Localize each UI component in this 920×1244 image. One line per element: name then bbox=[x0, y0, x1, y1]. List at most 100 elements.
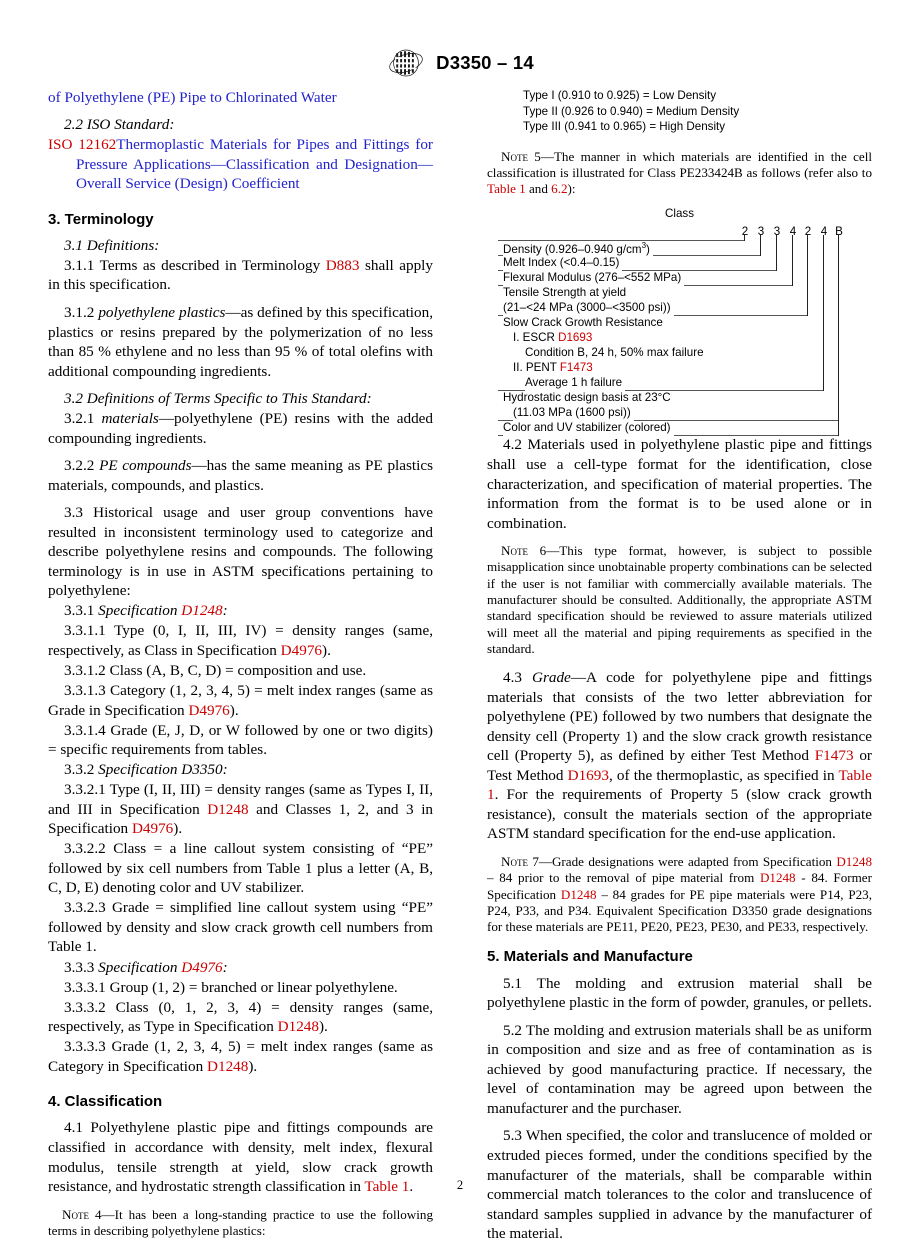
clause-4-3-number: 4.3 bbox=[503, 669, 532, 687]
diagram-row-tensile-strength-value: (21–<24 MPa (3000–<3500 psi)) bbox=[503, 301, 674, 317]
right-column: Type I (0.910 to 0.925) = Low Density Ty… bbox=[487, 88, 872, 1244]
clause-5-2: 5.2 The molding and extrusion materials … bbox=[487, 1021, 872, 1117]
cell-digit-1: 2 bbox=[741, 225, 749, 239]
ref-d4976-a[interactable]: D4976 bbox=[281, 642, 322, 659]
ref-f1473-b[interactable]: F1473 bbox=[815, 747, 854, 764]
note-6: Note 6—This type format, however, is sub… bbox=[487, 543, 872, 657]
left-column: of Polyethylene (PE) Pipe to Chlorinated… bbox=[48, 88, 433, 1239]
clause-3-2-1-term: materials bbox=[101, 410, 159, 428]
diagram-row-color-uv: Color and UV stabilizer (colored) bbox=[503, 421, 674, 437]
note-7: Note 7—Grade designations were adapted f… bbox=[487, 854, 872, 935]
drop-line-2 bbox=[760, 235, 761, 257]
iso-reference-title: Thermoplastic Materials for Pipes and Fi… bbox=[76, 136, 433, 193]
ref-d1248-e[interactable]: D1248 bbox=[836, 854, 872, 869]
ref-d1248-b[interactable]: D1248 bbox=[207, 801, 248, 818]
note-6-label: Note 6 bbox=[501, 543, 547, 559]
astm-logo-icon bbox=[386, 48, 426, 78]
ref-d1248-f[interactable]: D1248 bbox=[760, 870, 796, 885]
diagram-row-pent: II. PENT F1473 bbox=[513, 361, 596, 377]
clause-3-3: 3.3 Historical usage and user group conv… bbox=[48, 504, 433, 600]
clause-3-3-2-number: 3.3.2 bbox=[64, 761, 99, 779]
ref-d1248-a[interactable]: D1248 bbox=[181, 602, 222, 619]
iso-standard-heading: 2.2 ISO Standard: bbox=[64, 115, 175, 133]
note-5-text-b: and bbox=[525, 181, 552, 197]
ref-6-2[interactable]: 6.2 bbox=[551, 181, 567, 196]
note-5-text-c: ): bbox=[567, 181, 576, 197]
clause-5-1: 5.1 The molding and extrusion material s… bbox=[487, 974, 872, 1012]
iso-reference-id[interactable]: ISO 12162 bbox=[48, 136, 116, 153]
clause-3-1-1: 3.1.1 Terms as described in Terminology … bbox=[48, 256, 433, 295]
note-6-body: —This type format, however, is subject t… bbox=[487, 543, 872, 656]
drop-line-4 bbox=[792, 235, 793, 287]
ref-d1693-a[interactable]: D1693 bbox=[558, 331, 592, 344]
ref-d1248-c[interactable]: D1248 bbox=[278, 1018, 319, 1035]
page-header: D3350 – 14 bbox=[0, 48, 920, 83]
clause-3-3-3-2-text-a: 3.3.3.2 Class (0, 1, 2, 3, 4) = density … bbox=[48, 998, 433, 1036]
clause-3-2-2: 3.2.2 PE compounds—has the same meaning … bbox=[48, 456, 433, 495]
clause-3-1-2-term: polyethylene plastics bbox=[98, 304, 226, 322]
section-3-heading: 3. Terminology bbox=[48, 210, 154, 228]
document-designation: D3350 – 14 bbox=[436, 52, 534, 73]
diagram-row-melt-index: Melt Index (<0.4–0.15) bbox=[503, 256, 623, 272]
clause-4-2: 4.2 Materials used in polyethylene plast… bbox=[487, 436, 872, 532]
clause-3-3-3-2: 3.3.3.2 Class (0, 1, 2, 3, 4) = density … bbox=[48, 998, 433, 1037]
clause-3-3-2-2: 3.3.2.2 Class = a line callout system co… bbox=[48, 840, 433, 897]
cell-digit-5: 2 bbox=[804, 225, 812, 239]
clause-3-1-2: 3.1.2 polyethylene plastics—as defined b… bbox=[48, 303, 433, 381]
cell-classification-diagram: Class 2 3 3 4 2 4 B Density (0.926–0.940… bbox=[487, 207, 872, 437]
list-item: Type I (0.910 to 0.925) = Low Density bbox=[523, 89, 717, 102]
diagram-row-flexural-modulus: Flexural Modulus (276–<552 MPa) bbox=[503, 271, 685, 287]
clause-3-3-3-number: 3.3.3 bbox=[64, 958, 99, 976]
clause-3-3-1-3-text-a: 3.3.1.3 Category (1, 2, 3, 4, 5) = melt … bbox=[48, 682, 433, 719]
cell-digit-7: B bbox=[835, 225, 843, 239]
ref-d1693-b[interactable]: D1693 bbox=[568, 767, 609, 784]
ref-table-1-b[interactable]: Table 1 bbox=[487, 181, 526, 196]
clause-3-3-3-term: Specification bbox=[98, 958, 182, 976]
iso-reference: ISO 12162Thermoplastic Materials for Pip… bbox=[48, 135, 433, 194]
clause-3-3-1-3: 3.3.1.3 Category (1, 2, 3, 4, 5) = melt … bbox=[48, 681, 433, 720]
clause-3-3-3-3: 3.3.3.3 Grade (1, 2, 3, 4, 5) = melt ind… bbox=[48, 1037, 433, 1076]
diagram-row-slow-crack-growth: Slow Crack Growth Resistance bbox=[503, 316, 666, 332]
ref-d1248-g[interactable]: D1248 bbox=[561, 887, 597, 902]
drop-line-6 bbox=[823, 235, 824, 392]
clause-3-3-3: 3.3.3 Specification D4976: bbox=[48, 958, 433, 978]
note-4: Note 4—It has been a long-standing pract… bbox=[48, 1207, 433, 1240]
clause-3-2-1-number: 3.2.1 bbox=[64, 410, 102, 428]
clause-3-3-1: 3.3.1 Specification D1248: bbox=[48, 601, 433, 621]
clause-3-3-3-3-text-b: ). bbox=[248, 1057, 258, 1075]
ref-f1473-a[interactable]: F1473 bbox=[560, 361, 593, 374]
note-7-text-b: – 84 prior to the removal of pipe materi… bbox=[487, 870, 760, 886]
clause-3-1-2-number: 3.1.2 bbox=[64, 304, 99, 322]
note-7-text-a: —Grade designations were adapted from Sp… bbox=[538, 854, 837, 869]
note-5: Note 5—The manner in which materials are… bbox=[487, 149, 872, 198]
document-page: D3350 – 14 of Polyethylene (PE) Pipe to … bbox=[0, 0, 920, 1242]
drop-line-1 bbox=[744, 235, 745, 242]
diagram-row-escr-condition: Condition B, 24 h, 50% max failure bbox=[525, 346, 707, 362]
clause-3-3-1-term: Specification bbox=[98, 602, 182, 620]
page-number: 2 bbox=[456, 1178, 464, 1192]
ref-d1248-d[interactable]: D1248 bbox=[207, 1058, 248, 1075]
drop-line-3 bbox=[776, 235, 777, 272]
ref-d883[interactable]: D883 bbox=[326, 257, 360, 274]
clause-3-2: 3.2 Definitions of Terms Specific to Thi… bbox=[64, 390, 372, 408]
ref-d4976-c[interactable]: D4976 bbox=[132, 820, 173, 837]
density-type-list: Type I (0.910 to 0.925) = Low Density Ty… bbox=[487, 88, 872, 135]
clause-3-3-1-1-text-b: ). bbox=[322, 642, 331, 660]
clause-3-3-1-number: 3.3.1 bbox=[64, 602, 99, 620]
clause-3-3-3-tail: : bbox=[222, 958, 228, 976]
clause-3-3-2-1-text-c: ). bbox=[173, 820, 183, 838]
clause-4-3-text-c: , of the thermoplastic, as specified in bbox=[608, 766, 839, 784]
ref-d4976-b[interactable]: D4976 bbox=[188, 702, 229, 719]
diagram-row-hdb: Hydrostatic design basis at 23°C bbox=[503, 391, 674, 407]
list-item: Type III (0.941 to 0.965) = High Density bbox=[523, 120, 726, 134]
cell-digit-3: 3 bbox=[773, 225, 781, 239]
diagram-row-pent-average: Average 1 h failure bbox=[525, 376, 626, 392]
clause-3-1-1-text-a: 3.1.1 Terms as described in Terminology bbox=[64, 256, 326, 274]
drop-line-7 bbox=[838, 235, 839, 437]
ref-d4976-d[interactable]: D4976 bbox=[181, 959, 222, 976]
clause-3-3-2: 3.3.2 Specification D3350: bbox=[48, 760, 433, 780]
cell-digit-4: 4 bbox=[789, 225, 797, 239]
clause-4-3-text-d: . For the requirements of Property 5 (sl… bbox=[487, 786, 872, 843]
cell-digit-2: 3 bbox=[757, 225, 765, 239]
clause-3-3-1-tail: : bbox=[222, 602, 228, 620]
